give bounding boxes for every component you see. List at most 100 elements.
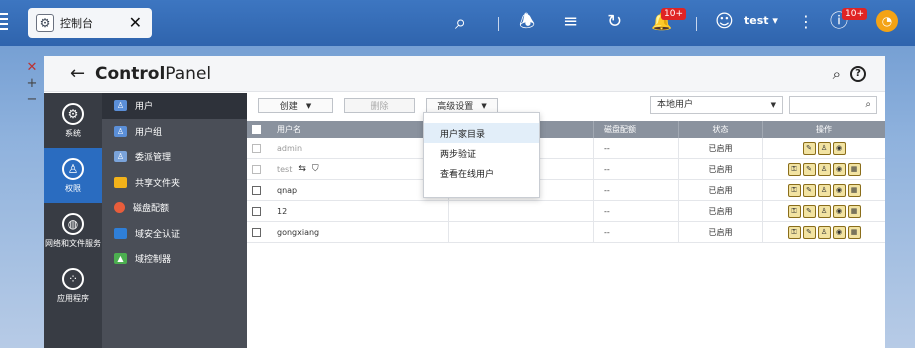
quota-cell: -- — [594, 201, 679, 221]
sidebar-item-users[interactable]: ♙ 用户 — [102, 93, 247, 119]
tasks-icon[interactable]: ≡ — [563, 10, 578, 34]
username-label[interactable]: test ▾ — [744, 14, 778, 27]
search-icon[interactable]: ⌕ — [455, 10, 466, 34]
caret-down-icon: ▼ — [305, 101, 312, 110]
quota-icon — [114, 202, 125, 214]
gear-icon: ⚙ — [62, 103, 84, 125]
help-icon[interactable]: ? — [850, 66, 866, 82]
create-button[interactable]: 创建 ▼ — [258, 98, 333, 113]
dashboard-icon[interactable]: ◔ — [876, 10, 898, 32]
megaphone-icon[interactable]: 🕭 — [519, 10, 535, 34]
menu-item-online-users[interactable]: 查看在线用户 — [424, 163, 539, 183]
user-account-icon[interactable]: ☺ — [715, 10, 734, 34]
apps-icon: ⁘ — [62, 268, 84, 290]
edit-icon[interactable]: ✎ — [802, 162, 816, 176]
row-checkbox[interactable] — [251, 227, 261, 237]
edit-icon[interactable]: ✎ — [802, 183, 816, 197]
table-row[interactable]: admin -- 已启用 ✎ ♙ ◉ — [247, 138, 885, 159]
row-checkbox[interactable] — [251, 164, 261, 174]
sidebar-item-user-groups[interactable]: ♙ 用户组 — [102, 119, 247, 145]
app-permission-icon[interactable]: ▦ — [847, 225, 861, 239]
toolbar: 创建 ▼ 删除 高级设置 ▼ 本地用户 ▼ ⌕ — [247, 93, 885, 121]
nav-applications[interactable]: ⁘ 应用程序 — [44, 258, 102, 313]
password-icon[interactable]: ⚿ — [787, 225, 801, 239]
edit-icon[interactable]: ✎ — [802, 204, 816, 218]
sidebar-item-label: 域控制器 — [135, 255, 172, 266]
folder-permission-icon[interactable]: ◉ — [832, 141, 846, 155]
group-settings-icon[interactable]: ♙ — [817, 183, 831, 197]
more-options-icon[interactable]: ⋮ — [798, 10, 814, 34]
menu-item-home-folder[interactable]: 用户家目录 — [424, 123, 539, 143]
table-row[interactable]: test ⇆ ⛉ -- 已启用 ⚿ ✎ ♙ ◉ ▦ — [247, 159, 885, 180]
search-input[interactable]: ⌕ — [789, 96, 877, 114]
close-icon[interactable]: ✕ — [129, 13, 142, 32]
delete-button[interactable]: 删除 — [344, 98, 415, 113]
sync-icon[interactable]: ↻ — [607, 10, 622, 34]
folder-permission-icon[interactable]: ◉ — [832, 162, 846, 176]
folder-permission-icon[interactable]: ◉ — [832, 204, 846, 218]
status-cell: 已启用 — [679, 159, 763, 179]
row-checkbox[interactable] — [251, 206, 261, 216]
back-arrow-icon[interactable]: ← — [70, 63, 85, 84]
folder-permission-icon[interactable]: ◉ — [832, 225, 846, 239]
app-permission-icon[interactable]: ▦ — [847, 183, 861, 197]
window-title: ControlPanel — [95, 64, 211, 84]
folder-icon — [114, 176, 127, 188]
folder-permission-icon[interactable]: ◉ — [832, 183, 846, 197]
user-scope-select[interactable]: 本地用户 ▼ — [650, 96, 783, 114]
app-permission-icon[interactable]: ▦ — [847, 204, 861, 218]
sidebar-item-domain-security[interactable]: 域安全认证 — [102, 221, 247, 247]
table-row[interactable]: 12 -- 已启用 ⚿ ✎ ♙ ◉ ▦ — [247, 201, 885, 222]
sidebar-item-quota[interactable]: 磁盘配额 — [102, 195, 247, 221]
group-settings-icon[interactable]: ♙ — [817, 225, 831, 239]
sidebar-item-shared-folders[interactable]: 共享文件夹 — [102, 170, 247, 196]
col-status[interactable]: 状态 — [679, 121, 763, 138]
edit-icon[interactable]: ✎ — [802, 225, 816, 239]
table-row[interactable]: gongxiang -- 已启用 ⚿ ✎ ♙ ◉ ▦ — [247, 222, 885, 243]
menu-item-two-step-verification[interactable]: 两步验证 — [424, 143, 539, 163]
status-cell: 已启用 — [679, 180, 763, 200]
username-cell: 12 — [265, 201, 449, 221]
group-settings-icon[interactable]: ♙ — [817, 141, 831, 155]
plus-icon[interactable]: + — [24, 76, 40, 92]
row-checkbox[interactable] — [251, 143, 261, 153]
sidebar-item-label: 共享文件夹 — [135, 178, 181, 189]
table-row[interactable]: qnap -- 已启用 ⚿ ✎ ♙ ◉ ▦ — [247, 180, 885, 201]
password-icon[interactable]: ⚿ — [787, 162, 801, 176]
quota-cell: -- — [594, 138, 679, 158]
nav-label: 应用程序 — [57, 294, 89, 303]
col-username[interactable]: 用户名 — [265, 121, 449, 138]
title-bold: Control — [95, 64, 166, 84]
sidebar-item-label: 用户组 — [135, 127, 163, 138]
quota-cell: -- — [594, 180, 679, 200]
sidebar-item-delegation[interactable]: ♙ 委派管理 — [102, 144, 247, 170]
advanced-label: 高级设置 — [437, 102, 474, 112]
password-icon[interactable]: ⚿ — [787, 204, 801, 218]
group-settings-icon[interactable]: ♙ — [817, 204, 831, 218]
nav-system[interactable]: ⚙ 系统 — [44, 93, 102, 148]
group-settings-icon[interactable]: ♙ — [817, 162, 831, 176]
col-actions: 操作 — [816, 125, 832, 134]
users-table: 用户名 磁盘配额 状态 操作 admin -- 已启用 ✎ ♙ ◉ test ⇆… — [247, 121, 885, 243]
app-permission-icon[interactable]: ▦ — [847, 162, 861, 176]
search-icon[interactable]: ⌕ — [833, 65, 841, 83]
status-cell: 已启用 — [679, 222, 763, 242]
globe-icon: ◍ — [62, 213, 84, 235]
title-rest: Panel — [165, 64, 212, 84]
select-all-checkbox[interactable] — [251, 125, 261, 134]
domain-security-icon — [114, 227, 127, 239]
nav-label: 权限 — [65, 184, 81, 193]
row-checkbox[interactable] — [251, 185, 261, 195]
nav-network-file-services[interactable]: ◍ 网络和文件服务 — [44, 203, 102, 258]
col-quota[interactable]: 磁盘配额 — [594, 121, 679, 138]
quota-cell: -- — [594, 159, 679, 179]
close-icon[interactable]: ✕ — [24, 60, 40, 76]
minus-icon[interactable]: − — [24, 92, 40, 108]
advanced-settings-button[interactable]: 高级设置 ▼ — [426, 98, 498, 113]
edit-icon[interactable]: ✎ — [802, 141, 816, 155]
tab-control-panel[interactable]: ⚙ 控制台 ✕ — [28, 8, 152, 38]
nav-permissions[interactable]: ♙ 权限 — [44, 148, 102, 203]
sidebar-item-domain-controller[interactable]: ▲ 域控制器 — [102, 246, 247, 272]
password-icon[interactable]: ⚿ — [787, 183, 801, 197]
menu-icon[interactable] — [0, 10, 10, 34]
